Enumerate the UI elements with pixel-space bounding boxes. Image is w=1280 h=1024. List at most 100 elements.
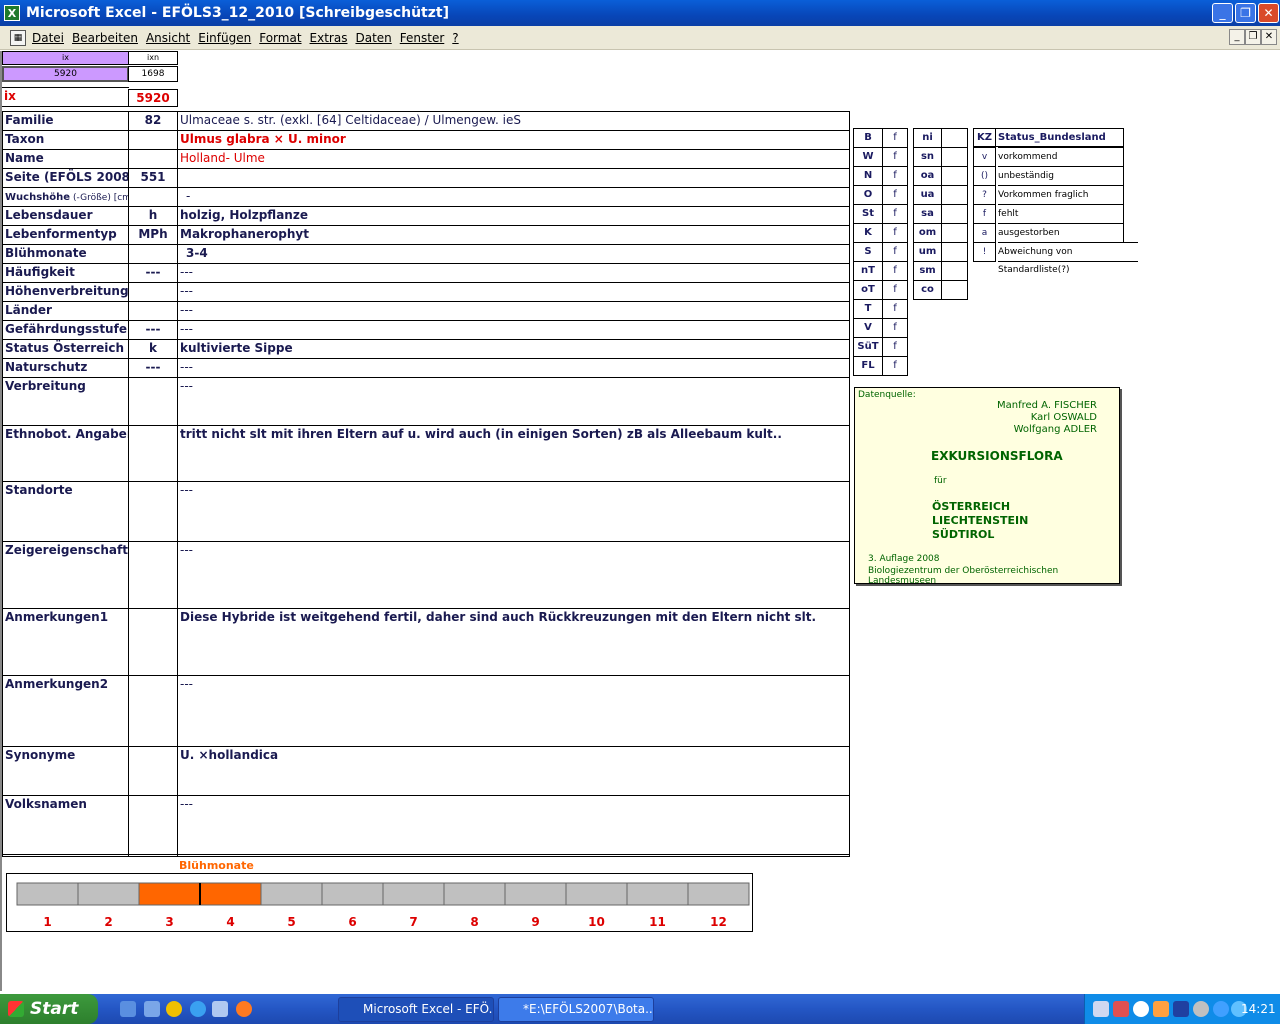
menu-extras[interactable]: Extras [310,31,348,45]
row-code[interactable] [128,425,178,482]
row-value[interactable]: kultivierte Sippe [177,339,850,359]
tray-security-icon[interactable] [1113,1001,1129,1017]
row-code[interactable] [128,746,178,796]
quicklaunch-ie-icon[interactable] [190,1001,206,1017]
taskbar-item-excel[interactable]: Microsoft Excel - EFÖ... [338,997,494,1022]
row-label[interactable]: Seite (EFÖLS 2008) [2,168,129,188]
row-code[interactable] [128,377,178,426]
row-code[interactable] [128,130,178,150]
doc-minimize-button[interactable]: _ [1229,29,1245,45]
row-label[interactable]: Synonyme [2,746,129,796]
row-value[interactable]: --- [177,282,850,302]
row-code[interactable] [128,244,178,264]
row-value[interactable]: --- [177,481,850,542]
row-label[interactable]: Familie [2,111,129,131]
menu-help[interactable]: ? [452,31,458,45]
row-label[interactable]: Anmerkungen1 [2,608,129,676]
row-code[interactable] [128,675,178,747]
close-button[interactable]: ✕ [1258,3,1279,23]
menu-bearbeiten[interactable]: Bearbeiten [72,31,138,45]
document-icon[interactable]: ▦ [10,29,26,46]
row-value[interactable]: 3-4 [177,244,850,264]
ix-value-cell[interactable]: 5920 [2,66,129,82]
row-label[interactable]: Länder [2,301,129,321]
row-value[interactable]: holzig, Holzpflanze [177,206,850,226]
row-label[interactable]: Standorte [2,481,129,542]
tray-update-icon[interactable] [1153,1001,1169,1017]
row-code[interactable]: 82 [128,111,178,131]
row-label[interactable]: Anmerkungen2 [2,675,129,747]
row-code[interactable]: --- [128,263,178,283]
row-label[interactable]: Häufigkeit [2,263,129,283]
row-code[interactable]: 551 [128,168,178,188]
quicklaunch-media-icon[interactable] [166,1001,182,1017]
row-value[interactable]: --- [177,675,850,747]
minimize-button[interactable]: _ [1212,3,1233,23]
row-value[interactable]: --- [177,301,850,321]
row-value[interactable]: Makrophanerophyt [177,225,850,245]
row-label[interactable]: Volksnamen [2,795,129,857]
row-label[interactable]: Ethnobot. Angaben [2,425,129,482]
quicklaunch-firefox-icon[interactable] [236,1001,252,1017]
row-code[interactable] [128,187,178,207]
doc-restore-button[interactable]: ❐ [1245,29,1261,45]
row-code[interactable] [128,795,178,857]
row-code[interactable] [128,301,178,321]
row-code[interactable]: k [128,339,178,359]
row-value[interactable]: --- [177,358,850,378]
row-value[interactable]: tritt nicht slt mit ihren Eltern auf u. … [177,425,850,482]
row-code[interactable] [128,282,178,302]
row-code[interactable] [128,149,178,169]
row-value[interactable]: Ulmus glabra × U. minor [177,130,850,150]
row-value[interactable]: --- [177,263,850,283]
row-label[interactable]: Status Österreich [2,339,129,359]
row-value[interactable]: --- [177,541,850,609]
row-label[interactable]: Name [2,149,129,169]
row-code[interactable] [128,541,178,609]
doc-close-button[interactable]: ✕ [1261,29,1277,45]
row-value[interactable]: --- [177,795,850,857]
row-label[interactable]: Höhenverbreitung [2,282,129,302]
row-label[interactable]: Gefährdungsstufe [2,320,129,340]
menu-fenster[interactable]: Fenster [400,31,445,45]
row-label[interactable]: Verbreitung [2,377,129,426]
menu-ansicht[interactable]: Ansicht [146,31,190,45]
taskbar-item-folder[interactable]: *E:\EFÖLS2007\Bota... [498,997,654,1022]
row-code[interactable]: h [128,206,178,226]
row-value[interactable]: - [177,187,850,207]
quicklaunch-desktop-icon[interactable] [120,1001,136,1017]
start-button[interactable]: Start [0,994,98,1024]
row-label[interactable]: Lebenformentyp [2,225,129,245]
worksheet[interactable]: ix ixn 5920 1698 ix 5920 KZ Status_Bunde… [0,51,1280,991]
row-value[interactable] [177,168,850,188]
row-code[interactable] [128,481,178,542]
tray-info-icon[interactable] [1213,1001,1229,1017]
tray-network-icon[interactable] [1093,1001,1109,1017]
row-value[interactable]: --- [177,377,850,426]
row-value[interactable]: U. ×hollandica [177,746,850,796]
row-code[interactable] [128,608,178,676]
row-label[interactable]: Blühmonate [2,244,129,264]
tray-shield-icon[interactable] [1173,1001,1189,1017]
row-code[interactable]: MPh [128,225,178,245]
menu-einfuegen[interactable]: Einfügen [198,31,251,45]
row-value[interactable]: Holland- Ulme [177,149,850,169]
row-code[interactable]: --- [128,358,178,378]
row-label[interactable]: Taxon [2,130,129,150]
row-code[interactable]: --- [128,320,178,340]
tray-search-icon[interactable] [1133,1001,1149,1017]
row-label[interactable]: Wuchshöhe (-Größe) [cm] [2,187,129,207]
row-label[interactable]: Zeigereigenschaften [2,541,129,609]
menu-daten[interactable]: Daten [355,31,391,45]
menu-format[interactable]: Format [259,31,301,45]
maximize-button[interactable]: ❐ [1235,3,1256,23]
quicklaunch-mail-icon[interactable] [212,1001,228,1017]
tray-sync-icon[interactable] [1193,1001,1209,1017]
row-label[interactable]: Naturschutz [2,358,129,378]
row-value[interactable]: Diese Hybride ist weitgehend fertil, dah… [177,608,850,676]
quicklaunch-network-icon[interactable] [144,1001,160,1017]
row-label[interactable]: Lebensdauer [2,206,129,226]
menu-datei[interactable]: Datei [32,31,64,45]
row-value[interactable]: Ulmaceae s. str. (exkl. [64] Celtidaceae… [177,111,850,131]
row-value[interactable]: --- [177,320,850,340]
